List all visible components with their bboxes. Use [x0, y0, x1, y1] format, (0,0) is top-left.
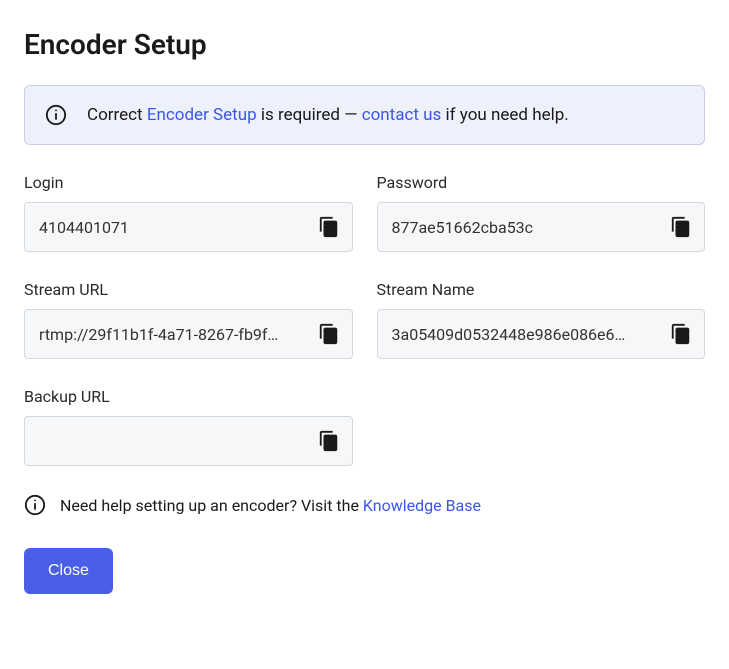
password-value: 877ae51662cba53c — [392, 218, 659, 237]
password-copy-button[interactable] — [666, 212, 696, 242]
help-text: Need help setting up an encoder? Visit t… — [60, 496, 363, 515]
copy-icon — [318, 430, 340, 452]
backup-url-label: Backup URL — [24, 387, 353, 406]
notice-banner: Correct Encoder Setup is required — cont… — [24, 85, 705, 145]
stream-name-value: 3a05409d0532448e986e086e6… — [392, 325, 659, 344]
copy-icon — [318, 323, 340, 345]
backup-url-copy-button[interactable] — [314, 426, 344, 456]
page-title: Encoder Setup — [24, 28, 705, 61]
login-input-wrap: 4104401071 — [24, 202, 353, 252]
stream-url-field: Stream URL rtmp://29f11b1f-4a71-8267-fb9… — [24, 280, 353, 359]
contact-us-link[interactable]: contact us — [362, 105, 442, 125]
backup-url-input-wrap — [24, 416, 353, 466]
login-field: Login 4104401071 — [24, 173, 353, 252]
stream-name-field: Stream Name 3a05409d0532448e986e086e6… — [377, 280, 706, 359]
notice-prefix: Correct — [87, 105, 147, 125]
copy-icon — [318, 216, 340, 238]
backup-url-field: Backup URL — [24, 387, 353, 466]
knowledge-base-link[interactable]: Knowledge Base — [363, 496, 481, 515]
login-value: 4104401071 — [39, 218, 306, 237]
login-label: Login — [24, 173, 353, 192]
close-button[interactable]: Close — [24, 548, 113, 594]
stream-url-label: Stream URL — [24, 280, 353, 299]
stream-name-label: Stream Name — [377, 280, 706, 299]
password-input-wrap: 877ae51662cba53c — [377, 202, 706, 252]
help-row: Need help setting up an encoder? Visit t… — [24, 494, 705, 516]
info-icon — [24, 494, 46, 516]
password-label: Password — [377, 173, 706, 192]
info-icon — [45, 104, 67, 126]
stream-url-copy-button[interactable] — [314, 319, 344, 349]
stream-name-input-wrap: 3a05409d0532448e986e086e6… — [377, 309, 706, 359]
copy-icon — [670, 216, 692, 238]
help-text-wrap: Need help setting up an encoder? Visit t… — [60, 496, 481, 515]
stream-url-input-wrap: rtmp://29f11b1f-4a71-8267-fb9f… — [24, 309, 353, 359]
password-field: Password 877ae51662cba53c — [377, 173, 706, 252]
encoder-setup-link[interactable]: Encoder Setup — [147, 105, 257, 125]
stream-url-value: rtmp://29f11b1f-4a71-8267-fb9f… — [39, 325, 306, 344]
notice-suffix: if you need help. — [441, 105, 568, 125]
stream-name-copy-button[interactable] — [666, 319, 696, 349]
copy-icon — [670, 323, 692, 345]
login-copy-button[interactable] — [314, 212, 344, 242]
form-grid: Login 4104401071 Password 877ae51662cba5… — [24, 173, 705, 466]
notice-text: Correct Encoder Setup is required — cont… — [87, 105, 569, 125]
notice-middle: is required — — [257, 105, 362, 125]
